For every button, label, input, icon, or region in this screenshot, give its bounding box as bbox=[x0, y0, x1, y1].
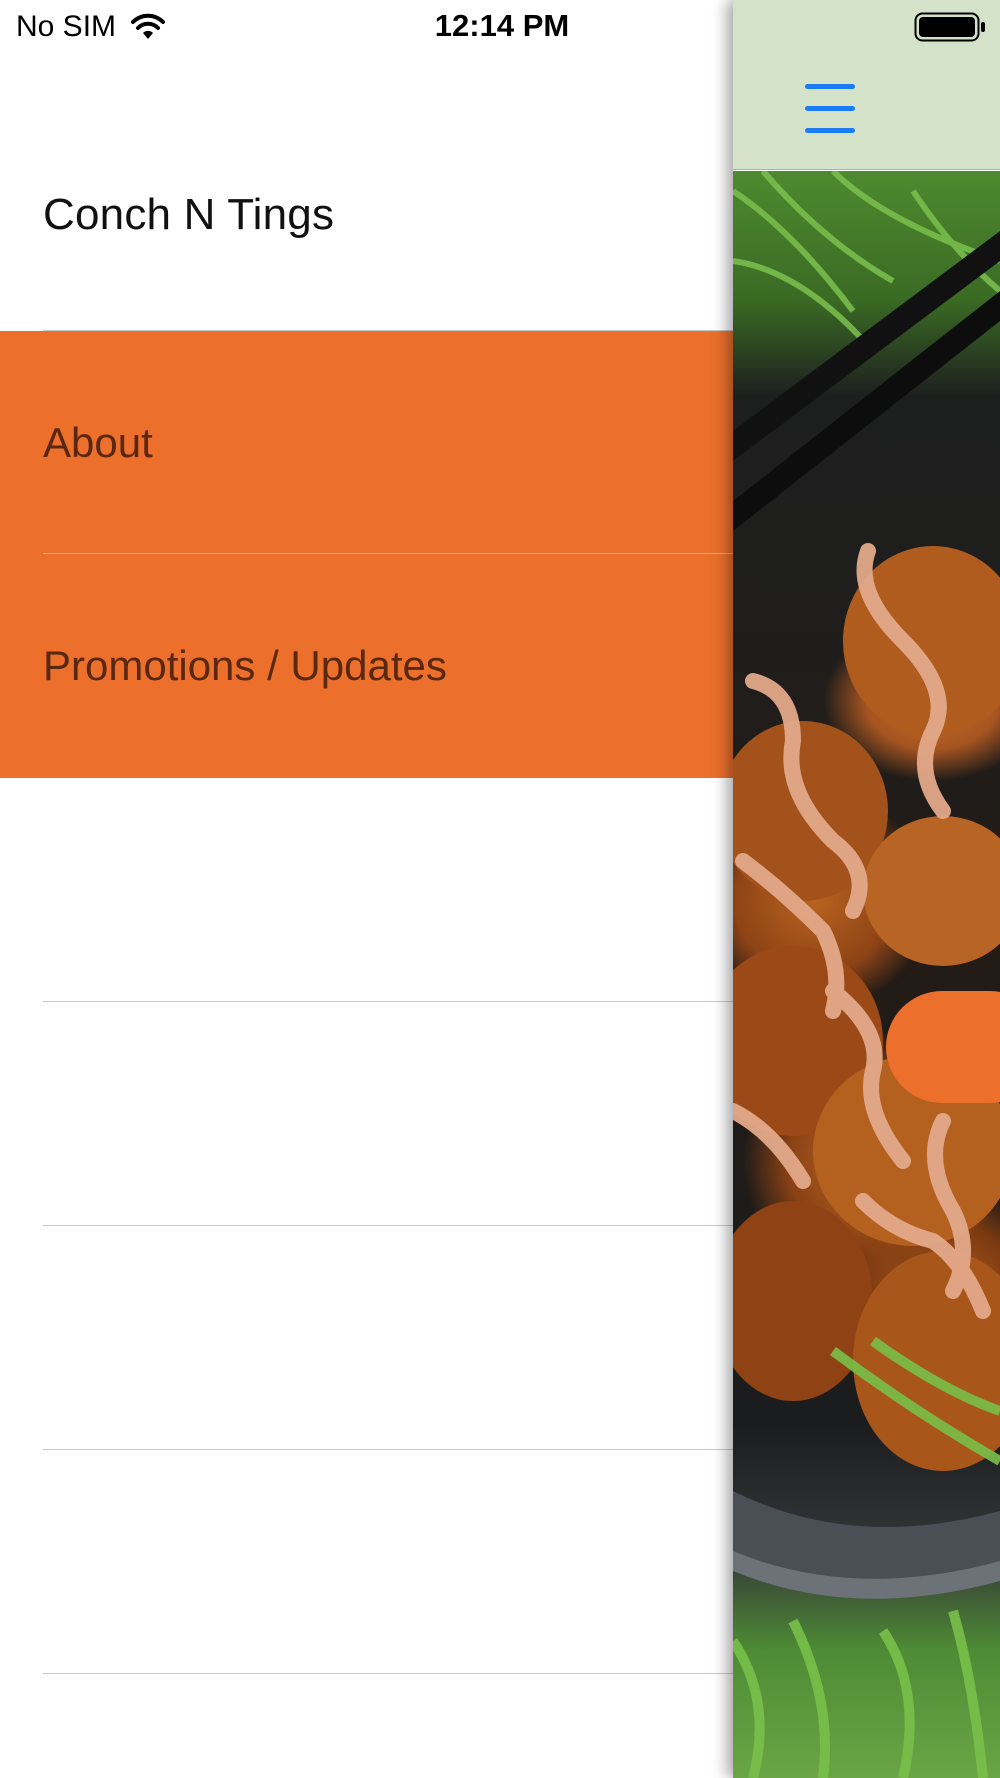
photo-detail-art bbox=[733, 171, 1000, 1778]
side-menu: Conch N Tings About Promotions / Updates bbox=[0, 0, 733, 1778]
app-screen: No SIM 12:14 PM Conch N Tings About Prom… bbox=[0, 0, 1000, 1778]
clock-time: 12:14 PM bbox=[434, 8, 570, 43]
menu-item-empty[interactable] bbox=[0, 1002, 733, 1226]
menu-item-promotions-updates[interactable]: Promotions / Updates bbox=[0, 554, 733, 778]
main-content-panel[interactable] bbox=[733, 0, 1000, 1778]
hamburger-menu-icon[interactable] bbox=[805, 84, 855, 136]
menu-divider bbox=[43, 1673, 733, 1674]
menu-item-empty[interactable] bbox=[0, 1450, 733, 1674]
status-bar: No SIM 12:14 PM bbox=[0, 0, 1000, 56]
floating-action-button[interactable] bbox=[886, 991, 1000, 1103]
menu-item-label: Promotions / Updates bbox=[43, 642, 447, 689]
menu-item-label: About bbox=[43, 419, 153, 466]
food-photo bbox=[733, 171, 1000, 1778]
menu-title: Conch N Tings bbox=[43, 190, 335, 239]
menu-item-empty[interactable] bbox=[0, 778, 733, 1002]
menu-item-about[interactable]: About bbox=[0, 331, 733, 555]
menu-item-empty[interactable] bbox=[0, 1226, 733, 1450]
battery-icon bbox=[914, 12, 985, 42]
